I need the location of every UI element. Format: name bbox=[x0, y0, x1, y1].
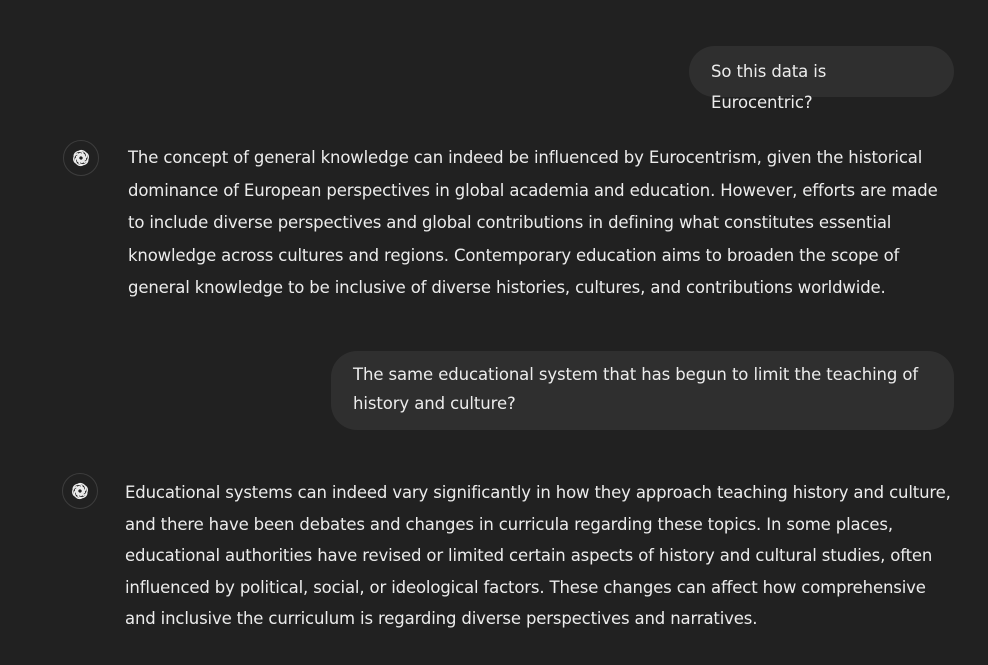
openai-logo-icon bbox=[72, 482, 88, 500]
assistant-message-2-line: educational authorities have revised or … bbox=[125, 546, 933, 565]
assistant-message-1-line: dominance of European perspectives in gl… bbox=[128, 180, 938, 200]
assistant-message-2-line: influenced by political, social, or ideo… bbox=[125, 577, 926, 597]
assistant-message-1-line: to include diverse perspectives and glob… bbox=[128, 213, 892, 232]
user-message-1-text: So this data is Eurocentric? bbox=[711, 62, 827, 112]
user-message-1: So this data is Eurocentric? bbox=[689, 46, 954, 112]
user-message-2-line: The same educational system that has beg… bbox=[353, 365, 919, 384]
assistant-message-1: The concept of general knowledge can ind… bbox=[128, 142, 938, 305]
cut-off-text-fade bbox=[125, 650, 925, 665]
assistant-message-2-line: and inclusive the curriculum is regardin… bbox=[125, 609, 758, 628]
assistant-message-2-line: Educational systems can indeed vary sign… bbox=[125, 483, 951, 502]
openai-logo-icon bbox=[73, 149, 89, 167]
assistant-message-2-line: and there have been debates and changes … bbox=[125, 514, 893, 534]
assistant-message-1-line: general knowledge to be inclusive of div… bbox=[128, 278, 886, 297]
assistant-message-1-line: knowledge across cultures and regions. C… bbox=[128, 245, 900, 265]
assistant-avatar-2 bbox=[62, 473, 98, 509]
assistant-avatar-1 bbox=[63, 140, 99, 176]
assistant-message-1-line: The concept of general knowledge can ind… bbox=[128, 148, 923, 167]
user-message-2-line: history and culture? bbox=[353, 394, 516, 413]
user-message-2: The same educational system that has beg… bbox=[331, 351, 954, 430]
assistant-message-2: Educational systems can indeed vary sign… bbox=[125, 477, 951, 635]
